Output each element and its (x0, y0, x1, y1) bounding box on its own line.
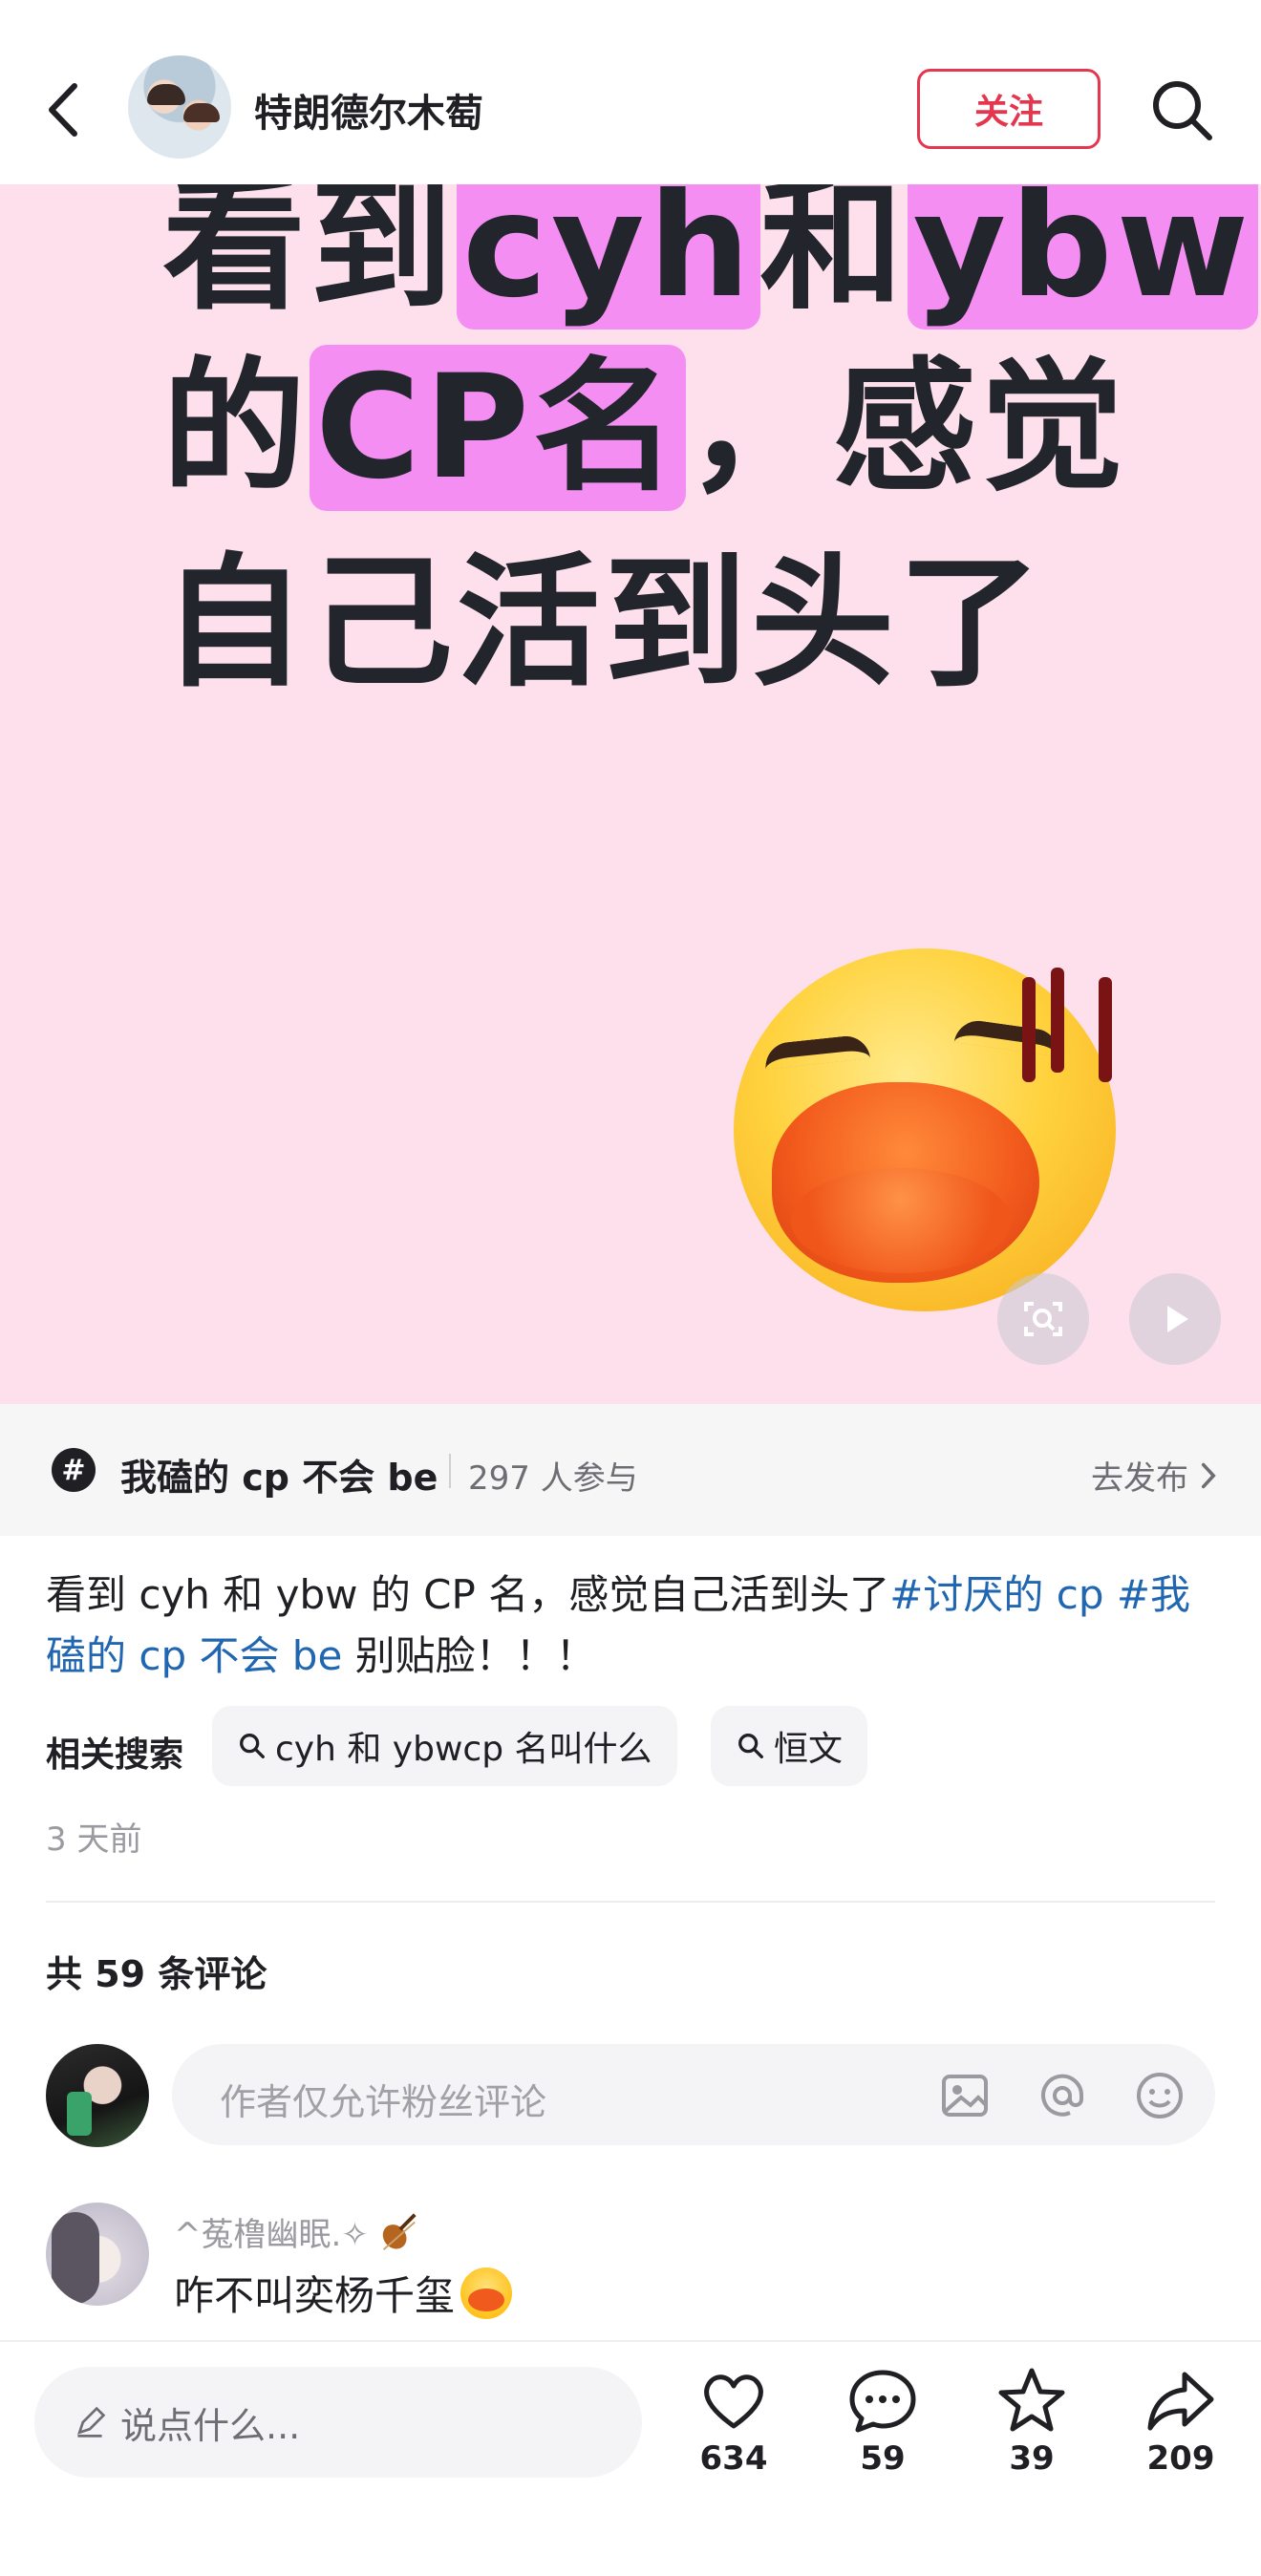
comment-text-content: 咋不叫奕杨千玺 (174, 2272, 456, 2319)
related-search-label: 相关搜索 (46, 1735, 184, 1775)
highlighted-text: cyh (457, 184, 760, 330)
author-name[interactable]: 特朗德尔木萄 (254, 82, 483, 138)
divider (46, 1901, 1215, 1903)
related-search-chip[interactable]: cyh 和 ybwcp 名叫什么 (212, 1706, 677, 1786)
image-text-line-3: 自己活到头了 (162, 541, 1046, 707)
commenter-name[interactable]: ^菟橹幽眠.✧ (174, 2208, 420, 2255)
description-text: 看到 cyh 和 ybw 的 CP 名，感觉自己活到头了 (46, 1571, 890, 1618)
emoji-sweat-line (1099, 977, 1112, 1082)
image-text-part: 和 (759, 184, 908, 330)
comment-button[interactable]: 59 (825, 2365, 940, 2478)
hashtag-icon: # (52, 1448, 96, 1492)
commenter-avatar[interactable] (46, 2203, 149, 2306)
emoji-lips (791, 1168, 1011, 1273)
post-time: 3 天前 (46, 1820, 142, 1859)
avatar-detail (52, 2212, 99, 2304)
image-text-line-1: 看到cyh和ybw (162, 184, 1259, 330)
comment-icon (849, 2370, 916, 2433)
highlighted-text: CP名 (310, 345, 687, 511)
star-count: 39 (1009, 2439, 1055, 2478)
my-avatar (46, 2044, 149, 2147)
violin-icon (382, 2212, 417, 2250)
star-icon (998, 2368, 1065, 2432)
share-button[interactable]: 209 (1123, 2365, 1238, 2478)
share-count: 209 (1146, 2439, 1215, 2478)
play-icon (1167, 1306, 1188, 1332)
like-button[interactable]: 634 (676, 2365, 791, 2478)
topic-bar[interactable]: # 我磕的 cp 不会 be 297 人参与 去发布 (0, 1404, 1261, 1536)
comment-count-number: 59 (860, 2439, 906, 2478)
image-text-line-2: 的CP名，感觉 (162, 345, 1127, 511)
comment-text: 咋不叫奕杨千玺 (174, 2264, 513, 2322)
scan-icon (1024, 1302, 1062, 1336)
follow-button[interactable]: 关注 (917, 69, 1101, 149)
search-icon (738, 1734, 763, 1758)
heart-icon (704, 2374, 763, 2429)
chevron-right-icon (1201, 1462, 1216, 1488)
image-icon[interactable] (938, 2069, 992, 2122)
chip-label: cyh 和 ybwcp 名叫什么 (275, 1730, 652, 1769)
go-publish-link[interactable]: 去发布 (1091, 1452, 1217, 1499)
emoji-icon[interactable] (1133, 2069, 1186, 2122)
pencil-icon (77, 2406, 106, 2438)
image-text-part: 的 (162, 345, 310, 511)
highlighted-text: ybw (907, 184, 1259, 330)
avatar-figure (147, 84, 185, 105)
post-description: 看到 cyh 和 ybw 的 CP 名，感觉自己活到头了#讨厌的 cp #我磕的… (46, 1565, 1221, 1687)
star-button[interactable]: 39 (974, 2365, 1089, 2478)
comment-placeholder: 作者仅允许粉丝评论 (220, 2081, 547, 2123)
go-publish-label: 去发布 (1091, 1459, 1188, 1498)
emoji-sweat-line (1022, 977, 1036, 1082)
topic-name[interactable]: 我磕的 cp 不会 be (120, 1448, 438, 1501)
image-text-part: ，感觉 (686, 345, 1128, 511)
hashtag-link[interactable]: #讨厌的 cp (889, 1571, 1117, 1618)
play-button[interactable] (1129, 1273, 1221, 1365)
bottom-action-bar: 说点什么... 634 59 39 209 (0, 2340, 1261, 2576)
search-icon[interactable] (1146, 75, 1217, 145)
commenter-name-text: ^菟橹幽眠.✧ (174, 2216, 369, 2254)
say-placeholder: 说点什么... (120, 2404, 301, 2447)
avatar-figure (183, 103, 220, 122)
share-icon (1147, 2372, 1214, 2431)
back-icon[interactable] (38, 76, 96, 143)
related-search-chip[interactable]: 恒文 (711, 1706, 868, 1786)
description-suffix: 别贴脸！！！ (342, 1632, 596, 1679)
chip-label: 恒文 (774, 1730, 844, 1769)
say-something-input[interactable]: 说点什么... (34, 2367, 642, 2478)
comment-count: 共 59 条评论 (46, 1953, 267, 1995)
topic-participants: 297 人参与 (468, 1459, 638, 1498)
image-text-part: 看到 (162, 184, 458, 330)
search-icon (240, 1734, 265, 1758)
like-count: 634 (699, 2439, 768, 2478)
emoji-sweat-line (1051, 968, 1064, 1073)
author-avatar[interactable] (128, 55, 231, 159)
divider (449, 1454, 451, 1488)
top-bar: 特朗德尔木萄 关注 (0, 0, 1261, 184)
at-icon[interactable] (1036, 2069, 1089, 2122)
duck-lips-emoji-icon (460, 2267, 513, 2319)
image-search-button[interactable] (997, 1273, 1089, 1365)
post-image[interactable]: 看到cyh和ybw 的CP名，感觉 自己活到头了 (0, 184, 1261, 1404)
avatar-detail (67, 2092, 92, 2136)
comment-input[interactable]: 作者仅允许粉丝评论 (172, 2044, 1215, 2145)
